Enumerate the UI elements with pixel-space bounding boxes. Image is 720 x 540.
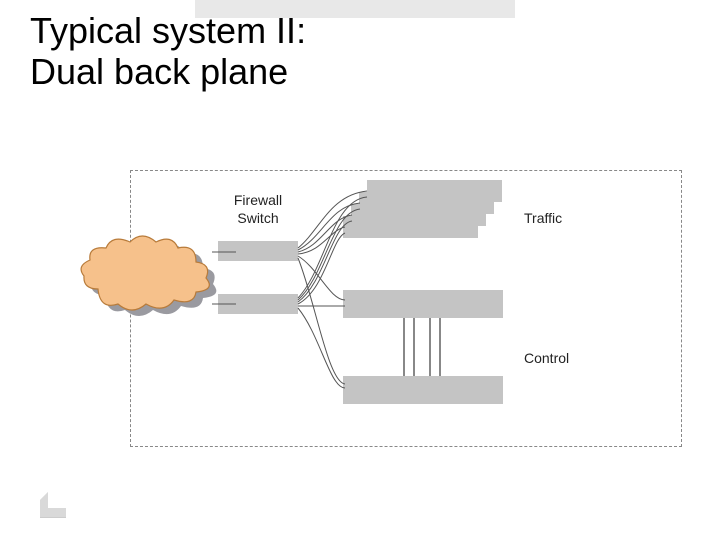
traffic-server-4 (343, 216, 478, 238)
control-box (343, 376, 503, 404)
page-corner-icon (40, 492, 66, 518)
firewall-switch-2 (218, 294, 298, 314)
title-line-1: Typical system II: (30, 10, 306, 51)
midplane-box (343, 290, 503, 318)
title-line-2: Dual back plane (30, 51, 288, 92)
control-label: Control (524, 350, 604, 368)
firewall-switch-label: Firewall Switch (208, 192, 308, 227)
page-title: Typical system II: Dual back plane (30, 10, 306, 93)
network-cloud-icon (78, 234, 218, 314)
firewall-switch-1 (218, 241, 298, 261)
traffic-label: Traffic (524, 210, 604, 228)
